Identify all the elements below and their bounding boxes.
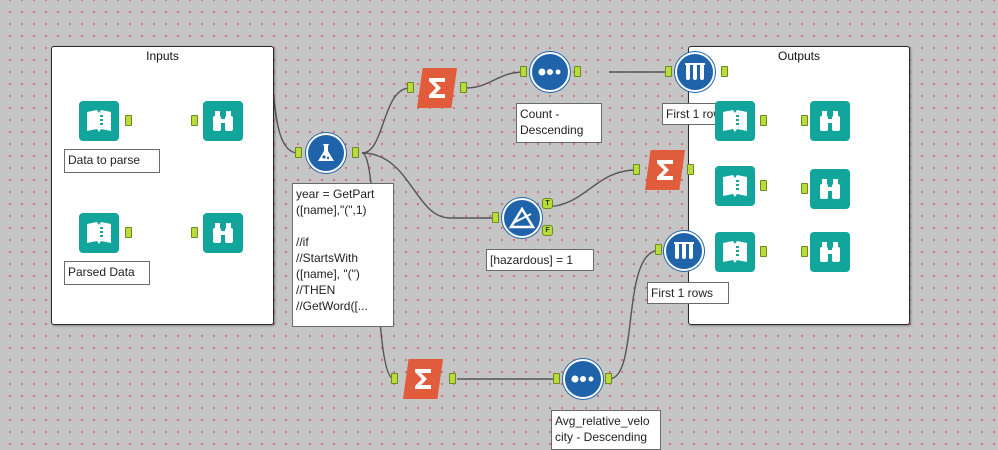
three-dots-sort-icon	[538, 68, 561, 76]
avg-sort-label-line-1: Avg_relative_velo	[555, 414, 650, 428]
book-input-icon	[723, 110, 747, 132]
sigma-icon	[415, 369, 431, 389]
wire-formula-sum1	[361, 87, 411, 154]
summarize-tool-3[interactable]	[645, 150, 685, 190]
input-anchor[interactable]	[191, 115, 198, 126]
output-anchor[interactable]	[125, 227, 132, 238]
filter-tool[interactable]	[502, 198, 542, 238]
output-anchor[interactable]	[605, 373, 612, 384]
parsed-data-label: Parsed Data	[64, 261, 150, 285]
three-dots-sort-icon	[571, 375, 594, 383]
input-anchor[interactable]	[801, 246, 808, 257]
output-browse-tool-1[interactable]	[810, 101, 850, 141]
output-anchor[interactable]	[574, 66, 581, 77]
count-sort-label: Count - Descending	[516, 103, 602, 143]
binoculars-icon	[213, 223, 233, 243]
formula-line-8: //GetWord([...	[296, 299, 368, 313]
sort-tool-2[interactable]	[563, 359, 603, 399]
avg-sort-label: Avg_relative_velo city - Descending	[551, 410, 661, 450]
output-anchor[interactable]	[760, 180, 767, 191]
sort-tool-1[interactable]	[530, 52, 570, 92]
output-anchor[interactable]	[760, 246, 767, 257]
input-anchor[interactable]	[665, 66, 672, 77]
binoculars-icon	[213, 111, 233, 131]
output-anchor[interactable]	[687, 164, 694, 175]
input-data-tool-1[interactable]	[79, 101, 119, 141]
data-to-parse-label: Data to parse	[64, 149, 160, 173]
inputs-container-title: Inputs	[146, 49, 179, 63]
output-anchor[interactable]	[449, 373, 456, 384]
input-anchor[interactable]	[191, 227, 198, 238]
browse-tool-2[interactable]	[203, 213, 243, 253]
book-input-icon	[723, 241, 747, 263]
formula-line-5: //StartsWith	[296, 251, 359, 265]
outputs-container-title: Outputs	[777, 49, 821, 63]
input-anchor[interactable]	[655, 244, 662, 255]
formula-line-4: //if	[296, 235, 309, 249]
input-anchor[interactable]	[295, 147, 302, 158]
output-input-data-tool-3[interactable]	[715, 232, 755, 272]
browse-tool-1[interactable]	[203, 101, 243, 141]
test-tubes-icon	[685, 63, 705, 80]
hazardous-filter-label: [hazardous] = 1	[486, 249, 594, 271]
summarize-tool-1[interactable]	[417, 68, 457, 108]
book-input-icon	[87, 222, 111, 244]
sample-tool-2[interactable]	[664, 231, 704, 271]
input-data-tool-2[interactable]	[79, 213, 119, 253]
input-anchor[interactable]	[801, 183, 808, 194]
wire-filter-sum3	[544, 169, 637, 208]
binoculars-icon	[820, 179, 840, 199]
output-anchor[interactable]	[721, 66, 728, 77]
triangle-filter-icon	[509, 206, 535, 229]
input-anchor[interactable]	[407, 82, 414, 93]
input-anchor[interactable]	[391, 373, 398, 384]
input-anchor[interactable]	[633, 164, 640, 175]
output-anchor[interactable]	[460, 82, 467, 93]
filter-false-anchor[interactable]: F	[542, 225, 553, 236]
avg-sort-label-line-2: city - Descending	[555, 430, 648, 444]
output-input-data-tool-1[interactable]	[715, 101, 755, 141]
filter-true-anchor[interactable]: T	[542, 198, 553, 209]
formula-line-7: //THEN	[296, 283, 336, 297]
flask-icon	[318, 144, 334, 161]
wire-sum1-sort1	[465, 71, 525, 89]
formula-line-1: year = GetPart	[296, 187, 375, 201]
binoculars-icon	[820, 242, 840, 262]
input-anchor[interactable]	[492, 212, 499, 223]
sigma-icon	[657, 160, 673, 180]
input-anchor[interactable]	[801, 115, 808, 126]
formula-line-2: ([name],"(",1)	[296, 203, 367, 217]
output-anchor[interactable]	[352, 147, 359, 158]
output-input-data-tool-2[interactable]	[715, 166, 755, 206]
binoculars-icon	[820, 111, 840, 131]
book-input-icon	[87, 110, 111, 132]
sample-tool-1[interactable]	[675, 52, 715, 92]
first-rows-mid-label: First 1 rows	[647, 282, 729, 304]
test-tubes-icon	[674, 242, 694, 259]
formula-tool[interactable]	[306, 133, 346, 173]
book-input-icon	[723, 175, 747, 197]
output-browse-tool-3[interactable]	[810, 232, 850, 272]
formula-line-3	[296, 218, 390, 234]
formula-line-6: ([name], "(")	[296, 267, 360, 281]
formula-annotation: year = GetPart ([name],"(",1) //if //Sta…	[292, 183, 394, 327]
wire-sort2-sample2	[608, 249, 661, 380]
output-anchor[interactable]	[125, 115, 132, 126]
input-anchor[interactable]	[553, 373, 560, 384]
summarize-tool-2[interactable]	[403, 359, 443, 399]
sigma-icon	[429, 78, 445, 98]
output-anchor[interactable]	[760, 115, 767, 126]
output-browse-tool-2[interactable]	[810, 169, 850, 209]
input-anchor[interactable]	[520, 66, 527, 77]
